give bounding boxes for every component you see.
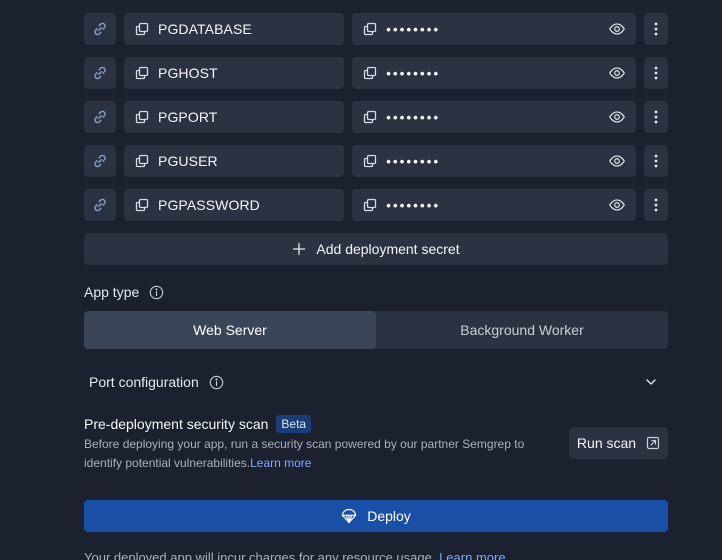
- footnote-learn-more-link[interactable]: Learn more: [439, 550, 505, 560]
- secret-value-masked: ••••••••: [386, 109, 441, 125]
- link-secret-button[interactable]: [84, 189, 116, 221]
- secret-more-button[interactable]: [644, 57, 668, 89]
- link-icon: [92, 109, 108, 125]
- info-icon[interactable]: [149, 285, 164, 300]
- copy-icon[interactable]: [362, 109, 378, 125]
- beta-badge: Beta: [276, 415, 312, 433]
- security-scan-heading: Pre-deployment security scan Beta: [84, 415, 312, 433]
- secret-more-button[interactable]: [644, 145, 668, 177]
- copy-icon[interactable]: [362, 65, 378, 81]
- secret-key-field[interactable]: PGPORT: [124, 101, 345, 133]
- deploy-icon: [341, 508, 357, 524]
- secret-key-label: PGPORT: [158, 109, 218, 125]
- secret-key-label: PGUSER: [158, 153, 218, 169]
- secret-key-field[interactable]: PGHOST: [124, 57, 345, 89]
- more-vertical-icon: [654, 66, 658, 80]
- secret-row: PGDATABASE ••••••••: [84, 13, 668, 45]
- app-type-background-worker[interactable]: Background Worker: [376, 311, 668, 349]
- app-type-web-server[interactable]: Web Server: [84, 311, 376, 349]
- run-scan-button[interactable]: Run scan: [569, 427, 668, 459]
- port-configuration-label: Port configuration: [89, 374, 199, 390]
- eye-icon[interactable]: [608, 152, 626, 170]
- more-vertical-icon: [654, 110, 658, 124]
- link-secret-button[interactable]: [84, 57, 116, 89]
- secret-value-field[interactable]: ••••••••: [352, 101, 636, 133]
- secret-key-field[interactable]: PGUSER: [124, 145, 345, 177]
- link-icon: [92, 197, 108, 213]
- add-deployment-secret-button[interactable]: Add deployment secret: [84, 233, 668, 265]
- link-icon: [92, 153, 108, 169]
- eye-icon[interactable]: [608, 20, 626, 38]
- link-icon: [92, 65, 108, 81]
- secret-value-field[interactable]: ••••••••: [352, 57, 636, 89]
- security-scan-description: Before deploying your app, run a securit…: [84, 435, 544, 473]
- secret-row: PGPORT ••••••••: [84, 101, 668, 133]
- info-icon[interactable]: [209, 375, 224, 390]
- copy-icon[interactable]: [362, 197, 378, 213]
- secret-key-field[interactable]: PGDATABASE: [124, 13, 345, 45]
- secret-more-button[interactable]: [644, 101, 668, 133]
- link-icon: [92, 21, 108, 37]
- copy-icon[interactable]: [134, 153, 150, 169]
- secret-more-button[interactable]: [644, 13, 668, 45]
- deploy-button[interactable]: Deploy: [84, 500, 668, 532]
- app-type-selector: Web Server Background Worker: [84, 311, 668, 349]
- deploy-footnote: Your deployed app will incur charges for…: [84, 550, 506, 560]
- secret-key-field[interactable]: PGPASSWORD: [124, 189, 345, 221]
- chevron-down-icon[interactable]: [644, 375, 658, 389]
- secret-row: PGHOST ••••••••: [84, 57, 668, 89]
- deploy-label: Deploy: [367, 508, 411, 524]
- add-deployment-secret-label: Add deployment secret: [316, 241, 460, 257]
- link-secret-button[interactable]: [84, 145, 116, 177]
- more-vertical-icon: [654, 22, 658, 36]
- learn-more-link[interactable]: Learn more: [250, 456, 311, 470]
- secret-value-field[interactable]: ••••••••: [352, 145, 636, 177]
- secret-value-masked: ••••••••: [386, 65, 441, 81]
- app-type-label: App type: [84, 284, 140, 300]
- copy-icon[interactable]: [134, 21, 150, 37]
- copy-icon[interactable]: [134, 109, 150, 125]
- secret-value-field[interactable]: ••••••••: [352, 13, 636, 45]
- secret-more-button[interactable]: [644, 189, 668, 221]
- eye-icon[interactable]: [608, 64, 626, 82]
- plus-icon: [292, 242, 306, 256]
- eye-icon[interactable]: [608, 108, 626, 126]
- copy-icon[interactable]: [134, 65, 150, 81]
- more-vertical-icon: [654, 154, 658, 168]
- run-scan-label: Run scan: [576, 435, 637, 451]
- external-link-icon: [646, 436, 660, 450]
- secret-row: PGUSER ••••••••: [84, 145, 668, 177]
- copy-icon[interactable]: [134, 197, 150, 213]
- secret-key-label: PGDATABASE: [158, 21, 252, 37]
- eye-icon[interactable]: [608, 196, 626, 214]
- security-scan-title: Pre-deployment security scan: [84, 416, 269, 432]
- link-secret-button[interactable]: [84, 101, 116, 133]
- secret-key-label: PGHOST: [158, 65, 218, 81]
- copy-icon[interactable]: [362, 21, 378, 37]
- secret-row: PGPASSWORD ••••••••: [84, 189, 668, 221]
- secret-key-label: PGPASSWORD: [158, 197, 260, 213]
- copy-icon[interactable]: [362, 153, 378, 169]
- secret-value-field[interactable]: ••••••••: [352, 189, 636, 221]
- secret-value-masked: ••••••••: [386, 153, 441, 169]
- secret-value-masked: ••••••••: [386, 197, 441, 213]
- footnote-text: Your deployed app will incur charges for…: [84, 550, 436, 560]
- link-secret-button[interactable]: [84, 13, 116, 45]
- app-type-heading: App type: [84, 283, 164, 301]
- port-configuration-toggle[interactable]: Port configuration: [84, 368, 668, 396]
- more-vertical-icon: [654, 198, 658, 212]
- secret-value-masked: ••••••••: [386, 21, 441, 37]
